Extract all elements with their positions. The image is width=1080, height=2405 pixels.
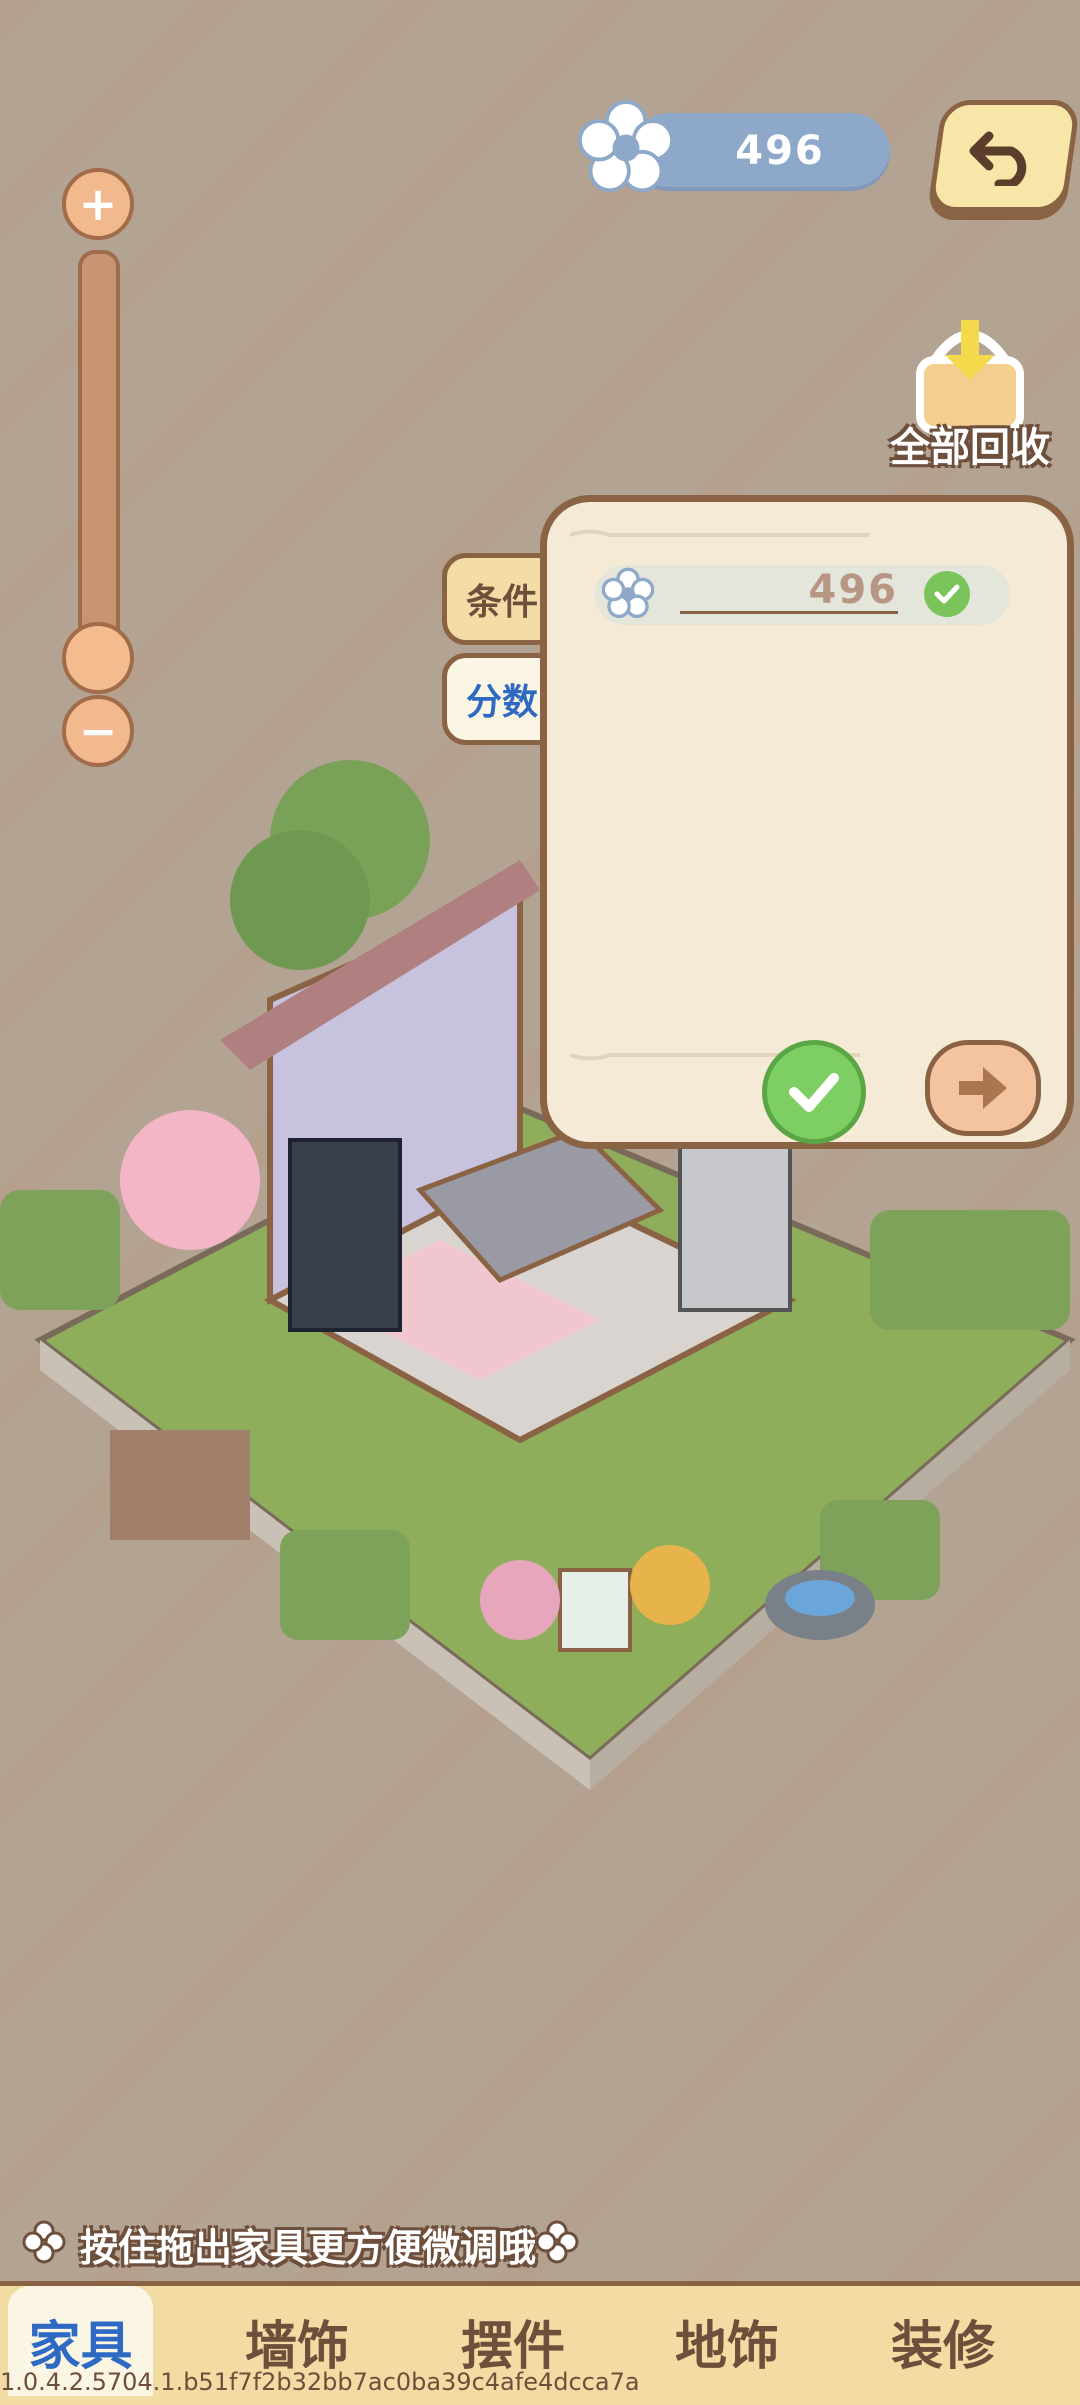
requirement-underline: [680, 611, 898, 614]
hedge-left: [0, 1190, 120, 1310]
flower-icon: [578, 100, 674, 193]
clover-icon: [535, 2220, 579, 2264]
plus-icon: +: [78, 177, 118, 231]
garden-gate: [110, 1430, 250, 1540]
zoom-in-button[interactable]: +: [62, 168, 134, 240]
clover-icon: [22, 2220, 66, 2264]
flower-bush-pink: [480, 1560, 560, 1640]
water-well-water: [785, 1580, 855, 1616]
pink-tree: [120, 1110, 260, 1250]
zoom-slider-track[interactable]: [78, 250, 120, 678]
hedge-front-left: [280, 1530, 410, 1640]
minus-icon: −: [78, 704, 118, 758]
tab-renovation[interactable]: 装修: [868, 2296, 1018, 2386]
flower-icon: [601, 567, 655, 619]
build-id: 1.0.4.2.5704.1.b51f7f2b32bb7ac0ba39c4afe…: [0, 2368, 640, 2396]
confirm-button[interactable]: [762, 1040, 866, 1144]
tab-floor-decor[interactable]: 地饰: [652, 2296, 802, 2386]
hint-text: 按住拖出家具更方便微调哦: [80, 2226, 537, 2270]
zoom-out-button[interactable]: −: [62, 695, 134, 767]
requirement-value: 496: [808, 567, 898, 613]
checkmark-icon: [789, 1073, 839, 1112]
panel-ornament-top: [570, 529, 870, 537]
back-button[interactable]: [927, 100, 1080, 212]
zoom-slider-thumb[interactable]: [62, 622, 134, 694]
flower-bush-yellow: [630, 1545, 710, 1625]
tree-top-2: [230, 830, 370, 970]
hedge-right: [870, 1210, 1070, 1330]
next-button[interactable]: [925, 1040, 1041, 1136]
undo-arrow-icon: [969, 131, 1027, 186]
cabinet: [678, 1138, 792, 1312]
requirement-met-check-icon: [924, 571, 970, 617]
wardrobe: [288, 1138, 402, 1332]
currency-value: 496: [735, 128, 825, 174]
easel: [558, 1568, 632, 1652]
arrow-right-icon: [959, 1067, 1007, 1109]
recycle-all-label[interactable]: 全部回收: [880, 415, 1060, 473]
